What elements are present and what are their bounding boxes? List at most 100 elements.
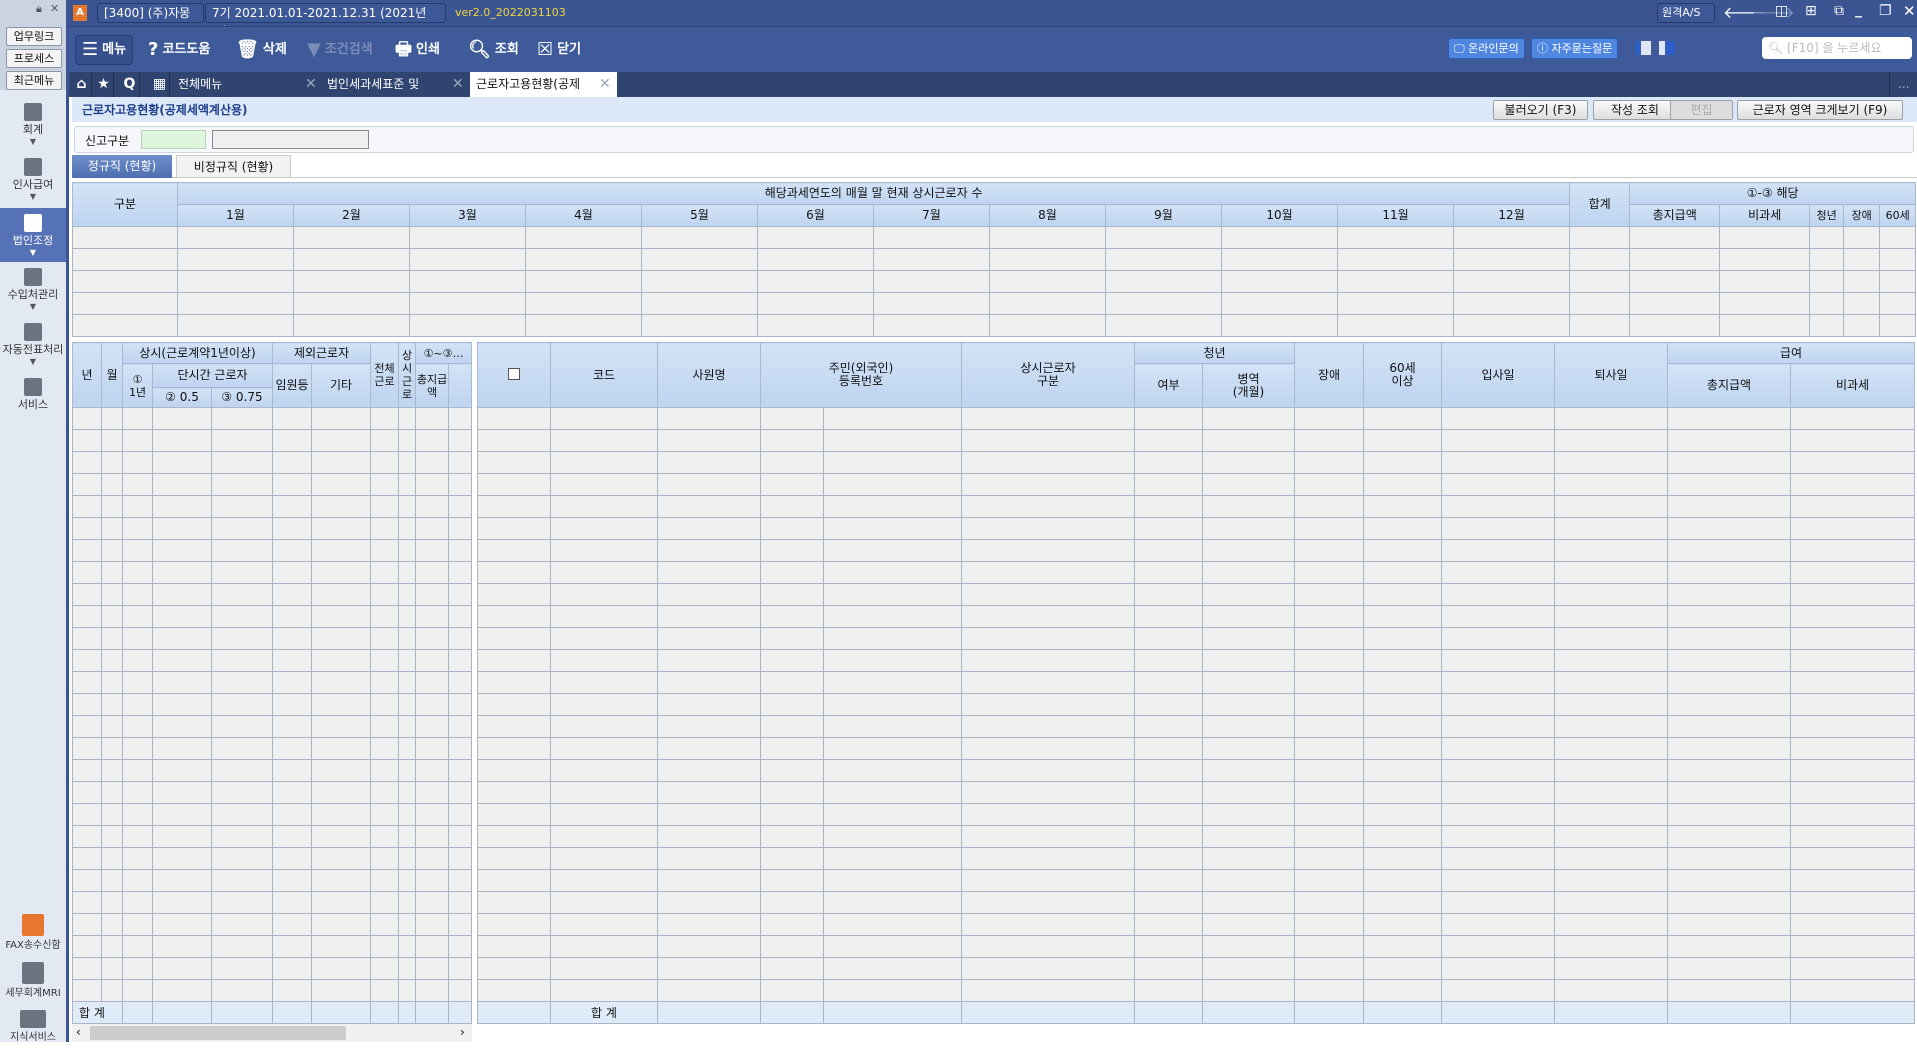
table-cell[interactable] xyxy=(961,781,1136,804)
table-cell[interactable] xyxy=(1441,847,1556,870)
table-cell[interactable] xyxy=(1441,649,1556,672)
table-cell[interactable] xyxy=(1294,979,1365,1002)
table-cell[interactable] xyxy=(1202,737,1296,760)
table-cell[interactable] xyxy=(1809,314,1845,337)
table-row[interactable] xyxy=(477,407,1916,430)
table-cell[interactable] xyxy=(370,583,400,606)
minimize-icon[interactable]: _ xyxy=(1855,2,1862,18)
table-cell[interactable] xyxy=(311,605,372,628)
table-cell[interactable] xyxy=(415,891,450,914)
condition-search-button[interactable]: ▼ 조건검색 xyxy=(307,35,373,65)
table-cell[interactable] xyxy=(272,737,313,760)
table-cell[interactable] xyxy=(822,913,963,936)
table-cell[interactable] xyxy=(448,539,473,562)
table-cell[interactable] xyxy=(477,891,551,914)
table-cell[interactable] xyxy=(477,671,551,694)
table-cell[interactable] xyxy=(1809,248,1845,271)
table-cell[interactable] xyxy=(210,737,274,760)
star-icon[interactable]: ★ xyxy=(94,72,114,97)
table-cell[interactable] xyxy=(1554,451,1669,474)
table-cell[interactable] xyxy=(822,583,963,606)
table-cell[interactable] xyxy=(1134,715,1204,738)
table-cell[interactable] xyxy=(757,270,874,293)
table-row[interactable] xyxy=(477,781,1916,804)
table-cell[interactable] xyxy=(822,407,963,430)
table-cell[interactable] xyxy=(1294,781,1365,804)
table-cell[interactable] xyxy=(1554,671,1669,694)
table-cell[interactable] xyxy=(398,781,417,804)
table-cell[interactable] xyxy=(760,627,824,650)
table-cell[interactable] xyxy=(1629,248,1721,271)
table-cell[interactable] xyxy=(311,649,372,672)
table-cell[interactable] xyxy=(1441,671,1556,694)
table-cell[interactable] xyxy=(1667,825,1792,848)
edit-button[interactable]: 편집 xyxy=(1670,100,1733,120)
select-all-checkbox[interactable] xyxy=(508,367,520,380)
write-inquiry-button[interactable]: 작성 조회 xyxy=(1593,100,1677,120)
table-cell[interactable] xyxy=(210,913,274,936)
table-cell[interactable] xyxy=(210,451,274,474)
table-cell[interactable] xyxy=(1202,473,1296,496)
table-cell[interactable] xyxy=(448,517,473,540)
table-row[interactable] xyxy=(477,935,1916,958)
table-cell[interactable] xyxy=(477,473,551,496)
table-cell[interactable] xyxy=(1363,825,1443,848)
table-cell[interactable] xyxy=(1294,803,1365,826)
table-cell[interactable] xyxy=(177,270,294,293)
table-cell[interactable] xyxy=(122,715,153,738)
table-row[interactable] xyxy=(72,957,473,980)
table-cell[interactable] xyxy=(760,583,824,606)
table-cell[interactable] xyxy=(961,825,1136,848)
table-cell[interactable] xyxy=(1790,803,1916,826)
table-cell[interactable] xyxy=(152,693,212,716)
table-cell[interactable] xyxy=(1294,407,1365,430)
table-cell[interactable] xyxy=(1363,913,1443,936)
table-cell[interactable] xyxy=(1134,869,1204,892)
table-cell[interactable] xyxy=(311,759,372,782)
table-cell[interactable] xyxy=(1363,759,1443,782)
table-cell[interactable] xyxy=(370,451,400,474)
table-cell[interactable] xyxy=(1790,649,1916,672)
tab-non-regular[interactable]: 비정규직 (현황) xyxy=(176,155,291,178)
table-cell[interactable] xyxy=(448,803,473,826)
table-cell[interactable] xyxy=(1879,270,1917,293)
table-cell[interactable] xyxy=(210,781,274,804)
table-cell[interactable] xyxy=(101,803,123,826)
table-cell[interactable] xyxy=(961,517,1136,540)
table-row[interactable] xyxy=(72,605,473,628)
table-cell[interactable] xyxy=(961,847,1136,870)
table-cell[interactable] xyxy=(122,495,153,518)
table-row[interactable] xyxy=(72,248,1917,271)
table-cell[interactable] xyxy=(657,737,761,760)
table-cell[interactable] xyxy=(760,429,824,452)
table-cell[interactable] xyxy=(550,627,658,650)
table-cell[interactable] xyxy=(1667,935,1792,958)
table-cell[interactable] xyxy=(1441,737,1556,760)
table-cell[interactable] xyxy=(177,226,294,249)
table-cell[interactable] xyxy=(1202,429,1296,452)
table-cell[interactable] xyxy=(550,407,658,430)
table-cell[interactable] xyxy=(1134,693,1204,716)
table-cell[interactable] xyxy=(760,605,824,628)
inquiry-button[interactable]: 🔍︎ 조회 xyxy=(468,35,519,65)
table-cell[interactable] xyxy=(370,957,400,980)
table-cell[interactable] xyxy=(1294,737,1365,760)
table-cell[interactable] xyxy=(550,781,658,804)
table-cell[interactable] xyxy=(1105,270,1222,293)
table-cell[interactable] xyxy=(1554,847,1669,870)
table-cell[interactable] xyxy=(409,248,526,271)
table-cell[interactable] xyxy=(1667,957,1792,980)
table-cell[interactable] xyxy=(1294,539,1365,562)
table-cell[interactable] xyxy=(72,292,178,315)
table-cell[interactable] xyxy=(1790,561,1916,584)
table-cell[interactable] xyxy=(272,913,313,936)
table-cell[interactable] xyxy=(1441,825,1556,848)
table-cell[interactable] xyxy=(448,429,473,452)
table-cell[interactable] xyxy=(1809,226,1845,249)
table-cell[interactable] xyxy=(550,737,658,760)
table-cell[interactable] xyxy=(1790,517,1916,540)
table-cell[interactable] xyxy=(760,451,824,474)
table-cell[interactable] xyxy=(152,583,212,606)
table-cell[interactable] xyxy=(415,495,450,518)
table-cell[interactable] xyxy=(210,517,274,540)
